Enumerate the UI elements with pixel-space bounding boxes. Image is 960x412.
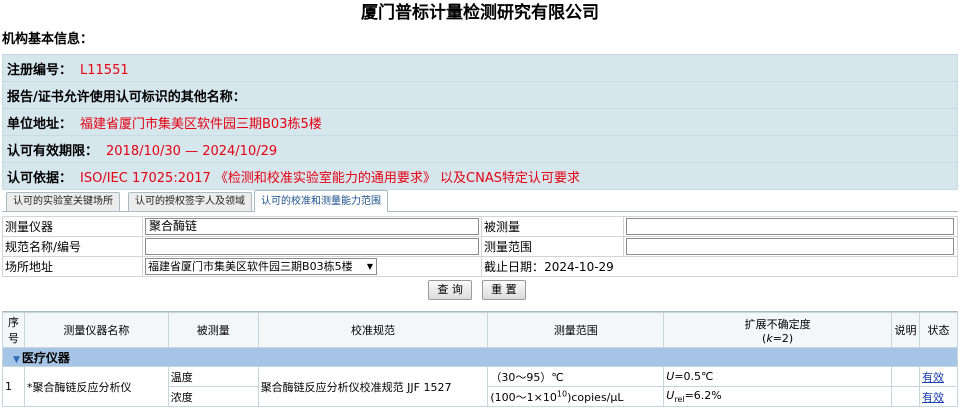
spec-label: 规范名称/编号 [1,236,144,257]
row-uncertainty: Urel=6.2% [663,386,892,407]
row-status: 有效 [918,386,959,407]
col-name: 测量仪器名称 [23,312,169,348]
col-note: 说明 [891,312,920,348]
info-value: 2018/10/30 — 2024/10/29 [106,143,278,159]
tab-signatories[interactable]: 认可的授权签字人及领域 [128,192,252,211]
divider [2,301,958,312]
row-measurand: 温度 [167,366,259,387]
k-suffix: =2) [772,331,794,345]
info-label: 认可有效期限： [7,143,99,159]
info-label: 注册编号： [7,62,73,78]
u-value: =6.2% [684,388,722,402]
spec-input[interactable] [145,238,480,255]
row-note [891,366,920,387]
reset-button[interactable]: 重 置 [481,280,526,300]
info-label: 报告/证书允许使用认可标识的其他名称： [7,89,246,105]
col-measurand: 被测量 [167,312,259,348]
status-link[interactable]: 有效 [922,391,944,404]
info-label: 认可依据： [7,170,73,186]
site-select-value: 福建省厦门市集美区软件园三期B03栋5楼 [148,260,353,273]
info-row: 注册编号： L11551 [2,54,958,82]
row-range: （30～95）℃ [487,366,665,387]
info-table: 注册编号： L11551 报告/证书允许使用认可标识的其他名称： 单位地址： 福建省… [2,54,958,190]
range-label: 测量范围 [481,236,624,257]
col-spec: 校准规范 [257,312,489,348]
row-spec: 聚合酶链反应分析仪校准规范 JJF 1527 [257,366,489,407]
col-no: 序号 [2,312,25,348]
info-value: L11551 [80,62,129,78]
deadline-label: 截止日期： [484,260,545,274]
filter-form: 测量仪器 被测量 规范名称/编号 测量范围 场所地址 福建省厦门市集美区软件园三… [1,216,958,277]
range-pre: (100～1×10 [490,390,557,404]
deadline-value: 2024-10-29 [544,260,614,274]
info-row: 认可依据： ISO/IEC 17025:2017 《检测和校准实验室能力的通用要求… [2,162,958,190]
info-value: 福建省厦门市集美区软件园三期B03栋5楼 [80,116,322,132]
page: 厦门普标计量检测研究有限公司 机构基本信息： 注册编号： L11551 报告/证书… [0,0,960,412]
col-range: 测量范围 [487,312,665,348]
group-label: 医疗仪器 [21,350,70,365]
row-name: *聚合酶链反应分析仪 [23,366,169,407]
row-no: 1 [2,366,25,407]
info-label: 单位地址： [7,116,73,132]
measurand-label: 被测量 [481,216,624,237]
col-status: 状态 [918,312,959,348]
instrument-label: 测量仪器 [1,216,144,237]
measurand-input[interactable] [626,218,954,235]
button-row: 查 询 重 置 [2,277,958,301]
instrument-input[interactable] [145,218,480,235]
col-uncertainty-label: 扩展不确定度 [744,317,811,331]
u-value: =0.5℃ [674,370,714,383]
page-title: 厦门普标计量检测研究有限公司 [361,3,599,23]
info-value: ISO/IEC 17025:2017 《检测和校准实验室能力的通用要求》 以及C… [80,170,581,186]
row-note [891,386,920,407]
site-select[interactable]: 福建省厦门市集美区软件园三期B03栋5楼 ▼ [145,258,378,275]
row-measurand: 浓度 [167,386,259,407]
site-label: 场所地址 [1,256,144,277]
query-button[interactable]: 查 询 [428,280,473,300]
group-row[interactable]: ▼ 医疗仪器 [2,347,958,367]
u-subscript: rel [674,395,685,405]
chevron-down-icon: ▼ [366,262,374,271]
col-uncertainty: 扩展不确定度 (k=2) [663,312,892,348]
table-header: 序号 测量仪器名称 被测量 校准规范 测量范围 扩展不确定度 (k=2) 说明 … [2,312,959,348]
tab-bar: 认可的实验室关键场所 认可的授权签字人及领域 认可的校准和测量能力范围 [2,190,958,212]
info-row: 认可有效期限： 2018/10/30 — 2024/10/29 [2,135,958,163]
table-row: 1 *聚合酶链反应分析仪 温度 聚合酶链反应分析仪校准规范 JJF 1527 （… [2,366,959,407]
triangle-down-icon: ▼ [13,354,20,365]
results-table: 序号 测量仪器名称 被测量 校准规范 测量范围 扩展不确定度 (k=2) 说明 … [2,312,959,407]
range-exp: 10 [556,388,568,398]
row-range: (100～1×1010)copies/μL [487,386,665,407]
tab-calibration-scope[interactable]: 认可的校准和测量能力范围 [254,190,388,212]
tab-key-sites[interactable]: 认可的实验室关键场所 [6,192,120,211]
section-title: 机构基本信息： [2,32,94,47]
info-row: 单位地址： 福建省厦门市集美区软件园三期B03栋5楼 [2,108,958,136]
range-input[interactable] [626,238,954,255]
row-status: 有效 [918,366,959,387]
range-post: )copies/μL [567,390,624,404]
info-row: 报告/证书允许使用认可标识的其他名称： [2,81,958,109]
row-uncertainty: U=0.5℃ [663,366,892,387]
status-link[interactable]: 有效 [922,371,944,384]
